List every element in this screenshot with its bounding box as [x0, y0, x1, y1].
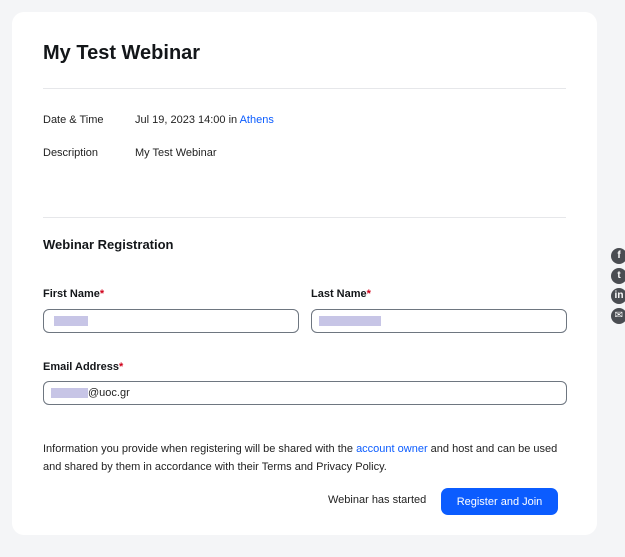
- date-time-text: Jul 19, 2023 14:00 in: [135, 114, 240, 126]
- first-name-label: First Name*: [43, 288, 104, 300]
- divider: [43, 88, 566, 89]
- email-icon[interactable]: ✉: [611, 308, 625, 324]
- email-input[interactable]: @uoc.gr: [43, 381, 567, 405]
- registration-section-title: Webinar Registration: [43, 237, 174, 252]
- required-mark: *: [119, 361, 124, 373]
- redacted-first-name: [54, 316, 88, 326]
- twitter-icon[interactable]: t: [611, 268, 625, 284]
- email-label: Email Address*: [43, 361, 123, 373]
- last-name-label-text: Last Name: [311, 288, 367, 300]
- description-value: My Test Webinar: [135, 147, 217, 159]
- email-label-text: Email Address: [43, 361, 120, 373]
- last-name-input[interactable]: [311, 309, 567, 333]
- privacy-info: Information you provide when registering…: [43, 440, 569, 476]
- description-label: Description: [43, 147, 99, 159]
- linkedin-icon[interactable]: in: [611, 288, 625, 304]
- first-name-input[interactable]: [43, 309, 299, 333]
- redacted-last-name: [319, 316, 381, 326]
- info-text: Information you provide when registering…: [43, 443, 357, 455]
- account-owner-link[interactable]: account owner: [356, 443, 428, 455]
- register-and-join-button[interactable]: Register and Join: [441, 488, 558, 515]
- timezone-link[interactable]: Athens: [240, 114, 274, 126]
- last-name-label: Last Name*: [311, 288, 371, 300]
- required-mark: *: [99, 288, 105, 300]
- page-title: My Test Webinar: [43, 42, 201, 64]
- registration-card: My Test Webinar Date & Time Jul 19, 2023…: [12, 12, 597, 535]
- webinar-status: Webinar has started: [328, 494, 427, 506]
- redacted-email-user: [51, 388, 88, 398]
- email-domain: @uoc.gr: [88, 387, 130, 399]
- date-time-label: Date & Time: [43, 114, 104, 126]
- divider: [43, 217, 566, 218]
- required-mark: *: [366, 288, 371, 300]
- first-name-label-text: First Name: [43, 288, 100, 300]
- date-time-value: Jul 19, 2023 14:00 in Athens: [135, 114, 274, 126]
- facebook-icon[interactable]: f: [611, 248, 625, 264]
